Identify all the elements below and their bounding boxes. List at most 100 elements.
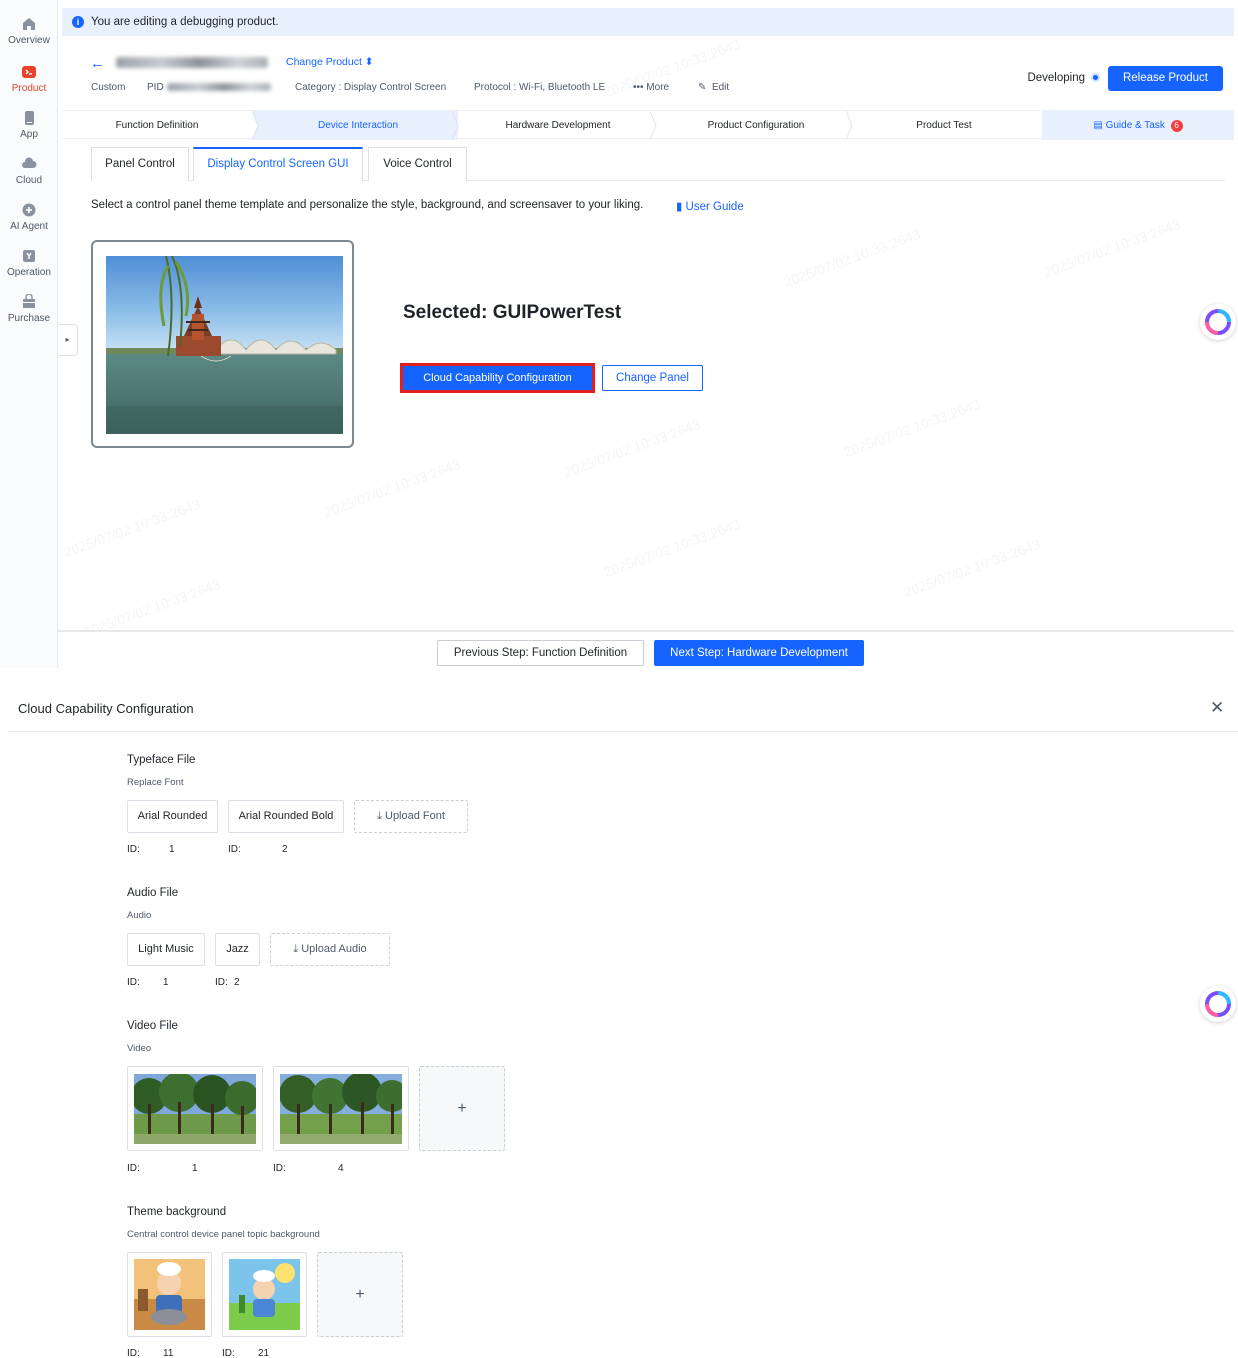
font-option-arial-rounded-bold[interactable]: Arial Rounded Bold — [228, 800, 344, 833]
debug-notice: i You are editing a debugging product. — [62, 8, 1234, 36]
step-product-configuration[interactable]: Product Configuration — [658, 111, 854, 140]
panel-preview — [91, 240, 354, 448]
upload-font-button[interactable]: ⤓ Upload Font — [354, 800, 468, 833]
ai-agent-icon — [22, 203, 36, 217]
sidebar-toggle-button[interactable]: ▸ — [58, 324, 78, 356]
nav-item-product[interactable]: Product — [0, 64, 58, 94]
product-status: Developing — [1027, 72, 1098, 84]
step-function-definition[interactable]: Function Definition — [62, 111, 252, 140]
change-panel-button[interactable]: Change Panel — [602, 365, 703, 391]
add-theme-background-button[interactable]: + — [317, 1252, 403, 1337]
operation-icon — [23, 250, 35, 262]
watermark: 2025/07/02 10:33:2643 — [602, 516, 743, 580]
landscape-preview-image — [106, 256, 343, 434]
assistant-swirl-icon — [1205, 309, 1231, 335]
status-label: Developing — [1027, 72, 1085, 84]
guide-book-icon: ▤ — [1093, 120, 1103, 131]
left-nav: Overview Product App Cloud AI Agent Oper… — [0, 0, 58, 668]
selected-panel-title: Selected: GUIPowerTest — [403, 302, 622, 323]
release-product-button[interactable]: Release Product — [1108, 66, 1223, 91]
protocol-text: Protocol : Wi-Fi, Bluetooth LE — [474, 82, 606, 93]
id-value: 11 — [163, 1348, 174, 1358]
tab-panel-control[interactable]: Panel Control — [91, 147, 189, 181]
more-dots-icon: ••• — [633, 82, 644, 93]
theme-thumbnail[interactable] — [127, 1252, 212, 1337]
id-value: 21 — [258, 1348, 270, 1358]
document-icon: ▮ — [676, 201, 683, 213]
id-value: 4 — [338, 1163, 344, 1174]
id-label: ID: — [127, 1163, 140, 1174]
edit-button[interactable]: ✎ Edit — [698, 82, 729, 93]
change-product-link[interactable]: Change Product ⬍ — [286, 56, 374, 68]
video-thumbnail[interactable] — [127, 1066, 263, 1151]
nav-item-operation[interactable]: Operation — [0, 248, 58, 278]
pid-value-redacted — [167, 83, 271, 91]
id-label: ID: — [222, 1348, 235, 1358]
category-text: Category : Display Control Screen — [295, 82, 447, 93]
id-label: ID: — [228, 844, 241, 855]
status-dot-icon — [1093, 75, 1098, 81]
step-chevron-icon — [252, 111, 264, 140]
nav-item-app[interactable]: App — [0, 110, 58, 140]
user-guide-link[interactable]: ▮ User Guide — [676, 199, 744, 213]
id-value: 1 — [163, 977, 169, 988]
add-video-button[interactable]: + — [419, 1066, 505, 1151]
dialog-divider — [8, 731, 1238, 732]
next-step-button[interactable]: Next Step: Hardware Development — [654, 640, 864, 666]
watermark: 2025/07/02 10:33:2643 — [322, 456, 463, 520]
app-icon — [25, 111, 34, 125]
edit-pencil-icon: ✎ — [698, 82, 707, 93]
id-value: 2 — [282, 844, 288, 855]
guide-label: Guide & Task — [1105, 120, 1165, 131]
dialog-title: Cloud Capability Configuration — [18, 701, 194, 716]
watermark: 2025/07/02 10:33:2643 — [62, 496, 203, 560]
nav-item-label: Operation — [7, 267, 51, 278]
theme-thumbnail[interactable] — [222, 1252, 307, 1337]
home-icon — [23, 18, 35, 30]
watermark: 2025/07/02 10:33:2643 — [782, 226, 923, 290]
footer-bar — [58, 630, 1234, 668]
audio-section-subtitle: Audio — [127, 910, 152, 921]
id-label: ID: — [127, 977, 140, 988]
steps-bar: Function Definition Device Interaction H… — [62, 110, 1234, 140]
video-thumbnail[interactable] — [273, 1066, 409, 1151]
chef-cartoon-image — [229, 1259, 300, 1330]
nav-item-ai-agent[interactable]: AI Agent — [0, 202, 58, 232]
assistant-float-button[interactable] — [1200, 304, 1236, 340]
audio-option-light-music[interactable]: Light Music — [127, 933, 205, 966]
nav-item-purchase[interactable]: Purchase — [0, 294, 58, 324]
step-device-interaction[interactable]: Device Interaction — [258, 111, 458, 140]
nav-item-label: Purchase — [7, 313, 51, 324]
more-button[interactable]: ••• More — [633, 82, 669, 93]
video-section-title: Video File — [127, 1020, 178, 1032]
id-label: ID: — [215, 977, 228, 988]
tab-voice-control[interactable]: Voice Control — [368, 147, 467, 181]
nav-item-cloud[interactable]: Cloud — [0, 156, 58, 186]
tab-display-control-screen-gui[interactable]: Display Control Screen GUI — [193, 147, 363, 181]
pid-label: PID — [147, 82, 164, 93]
cloud-capability-configuration-button[interactable]: Cloud Capability Configuration — [400, 363, 595, 393]
step-hardware-development[interactable]: Hardware Development — [458, 111, 658, 140]
assistant-float-button[interactable] — [1200, 986, 1236, 1022]
step-product-test[interactable]: Product Test — [854, 111, 1034, 140]
product-name-redacted — [116, 57, 268, 68]
close-icon[interactable]: ✕ — [1210, 698, 1224, 718]
guide-task-button[interactable]: ▤ Guide & Task 6 — [1042, 111, 1234, 140]
forest-video-image — [280, 1074, 402, 1144]
nav-item-overview[interactable]: Overview — [0, 16, 58, 46]
font-option-arial-rounded[interactable]: Arial Rounded — [127, 800, 218, 833]
nav-item-label: AI Agent — [10, 221, 48, 232]
forest-video-image — [134, 1074, 256, 1144]
back-arrow-icon[interactable]: ← — [90, 55, 105, 72]
nav-item-label: Product — [11, 83, 47, 94]
upload-audio-button[interactable]: ⤓ Upload Audio — [270, 933, 390, 966]
nav-item-label: App — [20, 129, 38, 140]
watermark: 2025/07/02 10:33:2643 — [902, 536, 1043, 600]
audio-option-jazz[interactable]: Jazz — [215, 933, 260, 966]
page-description: Select a control panel theme template an… — [91, 199, 644, 211]
user-guide-label: User Guide — [685, 201, 744, 213]
id-label: ID: — [273, 1163, 286, 1174]
nav-item-label: Overview — [8, 35, 50, 46]
watermark: 2025/07/02 10:33:2643 — [1042, 216, 1183, 280]
previous-step-button[interactable]: Previous Step: Function Definition — [437, 640, 644, 666]
